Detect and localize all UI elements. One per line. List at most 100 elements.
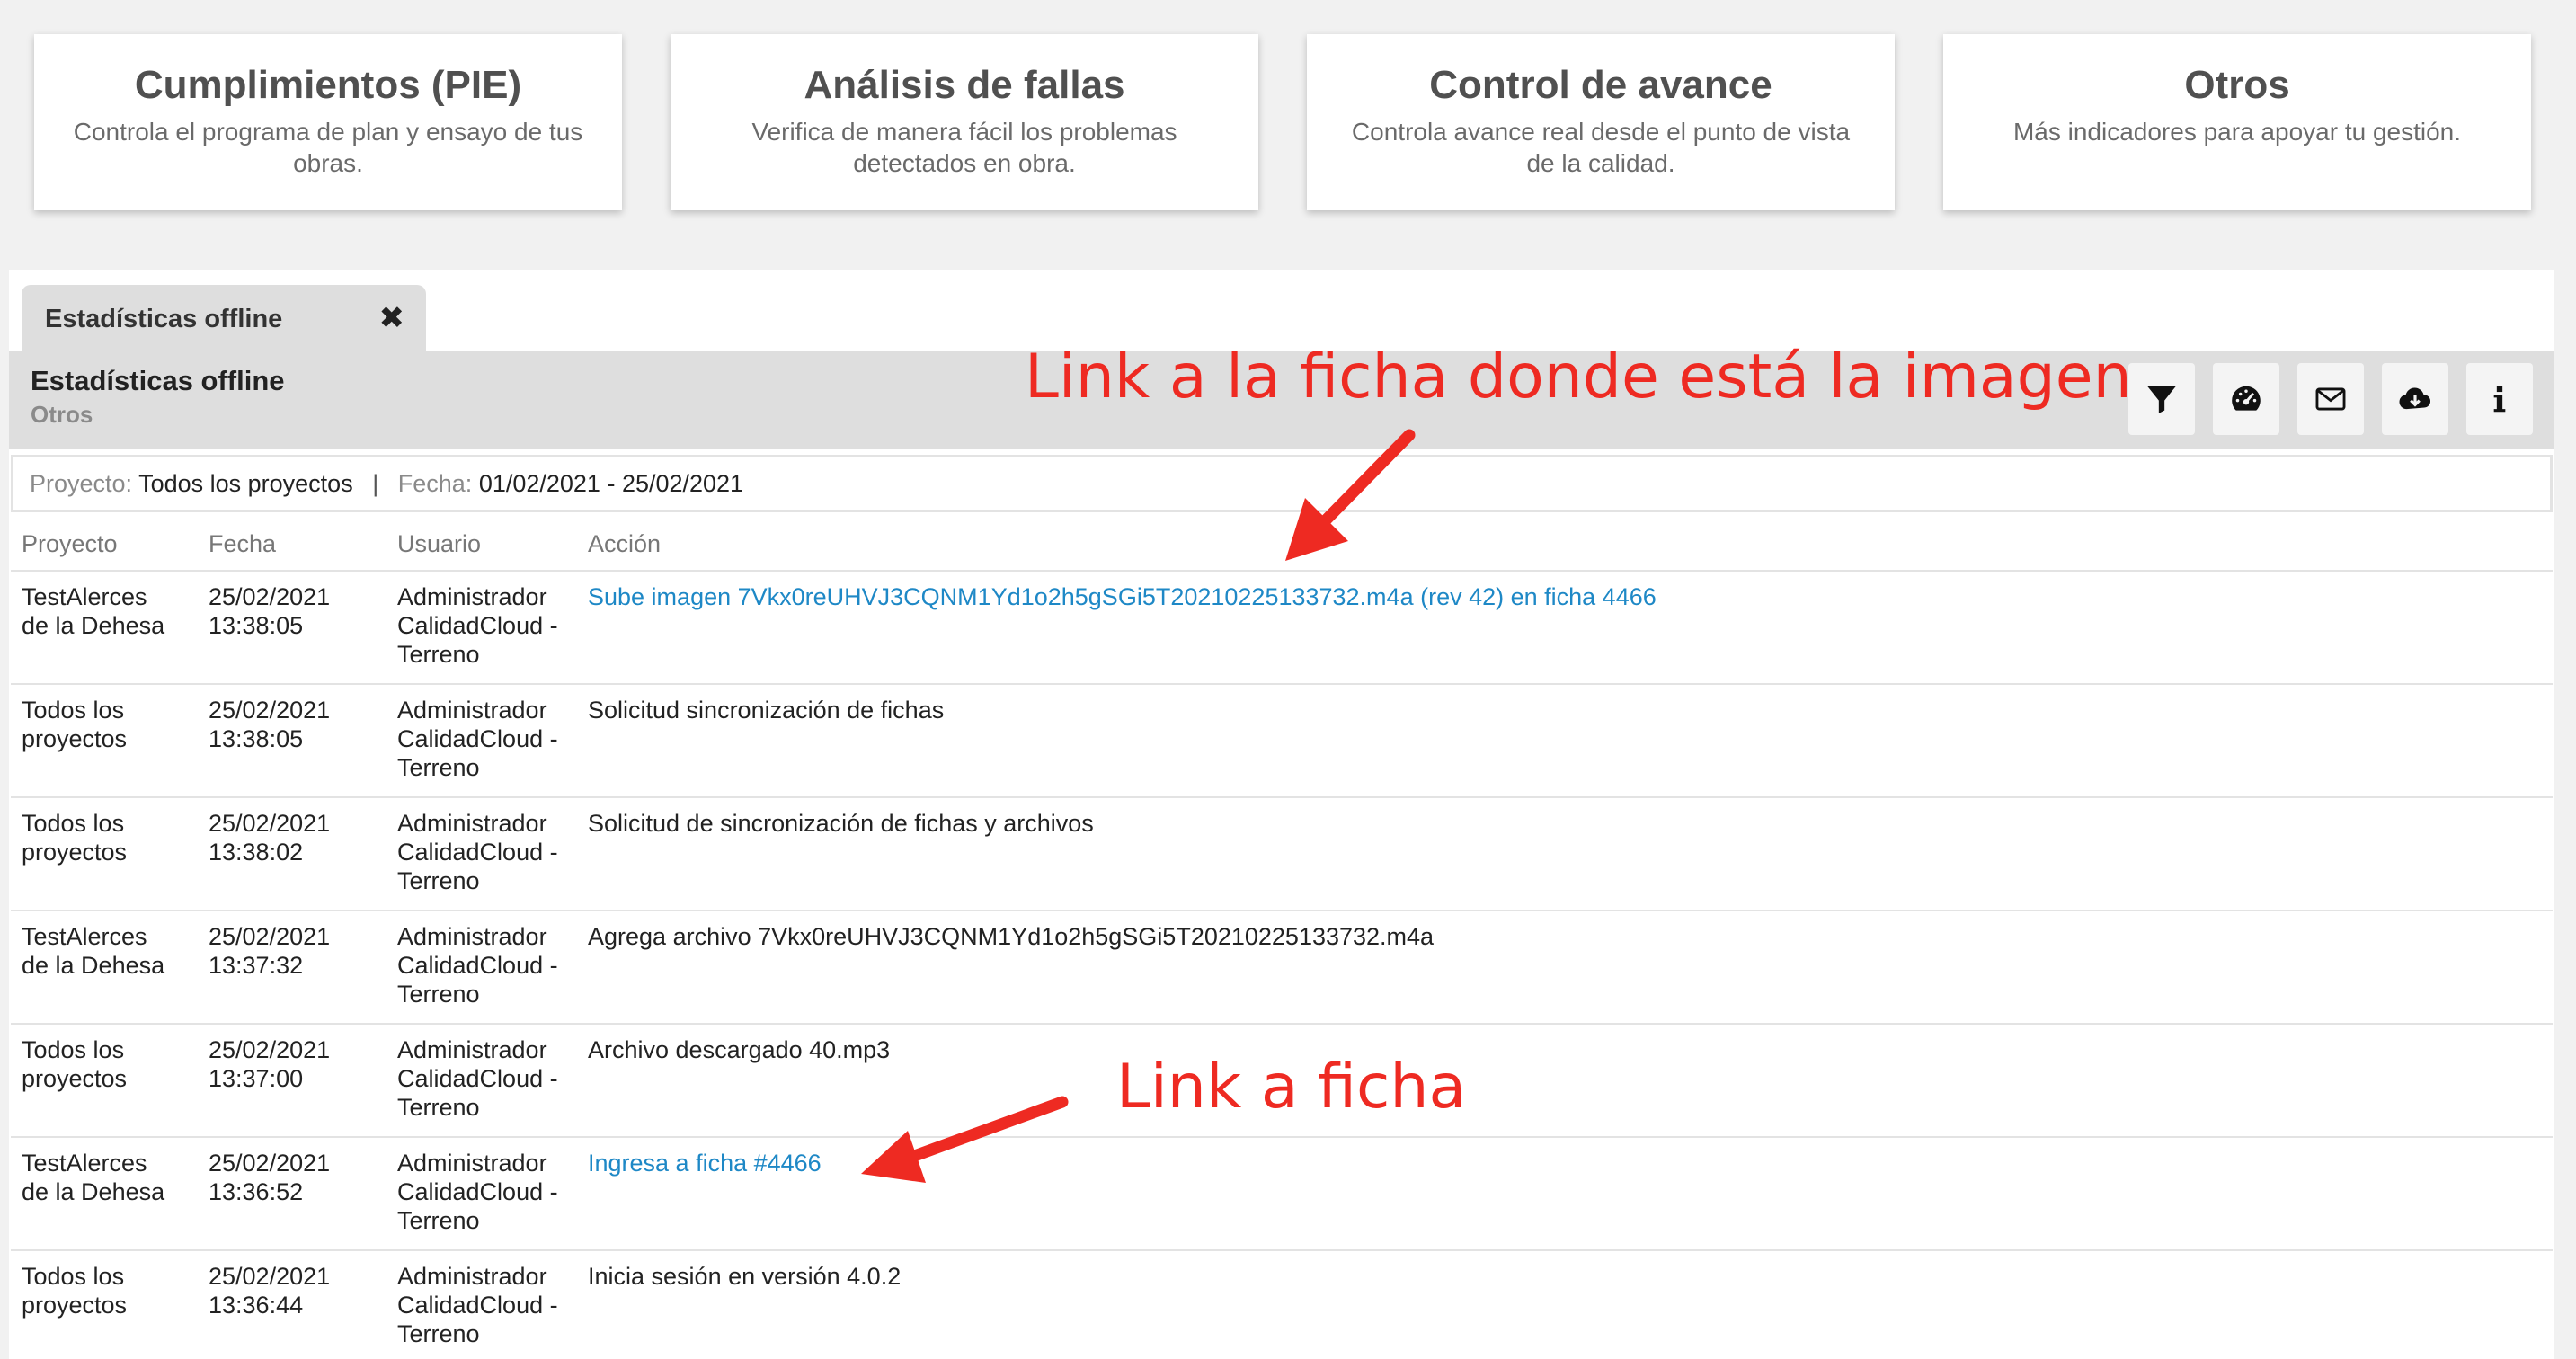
cell-line: 13:36:44 [209,1292,304,1319]
cell-accion: Archivo descargado 40.mp3 [588,1036,891,1063]
cell-line: proyectos [22,1065,128,1092]
card-title: Otros [2184,63,2290,107]
cell-line: CalidadCloud - [397,952,558,979]
cell-line: 25/02/2021 [209,1036,331,1063]
cell-line: CalidadCloud - [397,612,558,639]
email-button[interactable] [2297,363,2364,435]
cell-line: de la Dehesa [22,952,165,979]
cloud-download-icon [2399,387,2431,410]
cell-fecha: 25/02/2021 13:38:05 [209,582,388,640]
project-filter-value: Todos los proyectos [138,470,353,497]
cell-line: Terreno [397,867,480,894]
tab-estadisticas-offline[interactable]: Estadísticas offline ✖ [22,285,426,351]
cell-line: 13:38:05 [209,612,304,639]
card-title: Control de avance [1429,63,1772,107]
cell-line: de la Dehesa [22,1178,165,1205]
cell-line: 25/02/2021 [209,697,331,724]
cell-line: Terreno [397,1207,480,1234]
activity-table: Proyecto Fecha Usuario Acción TestAlerce… [11,518,2553,1359]
cell-line: 25/02/2021 [209,810,331,837]
cell-line: 25/02/2021 [209,1150,331,1177]
card-description: Verifica de manera fácil los problemas d… [751,117,1177,177]
filter-button[interactable] [2128,363,2195,435]
indicator-cards: Cumplimientos (PIE) Controla el programa… [0,0,2576,234]
cell-line: 25/02/2021 [209,583,331,610]
cell-line: 13:38:05 [209,725,304,752]
column-header-accion[interactable]: Acción [588,530,2475,558]
card-description: Controla el programa de plan y ensayo de… [73,117,583,177]
close-icon[interactable]: ✖ [379,300,405,336]
column-header-proyecto[interactable]: Proyecto [22,530,201,558]
cell-usuario: Administrador CalidadCloud - Terreno [397,1262,586,1348]
date-filter-value: 01/02/2021 - 25/02/2021 [478,470,744,497]
cell-usuario: Administrador CalidadCloud - Terreno [397,582,586,669]
cell-fecha: 25/02/2021 13:38:02 [209,809,388,866]
cell-usuario: Administrador CalidadCloud - Terreno [397,922,586,1008]
page-subtitle: Otros [31,401,93,428]
dashboard-gauge-icon [2232,386,2261,411]
table-row: TestAlerces de la Dehesa 25/02/2021 13:37:… [11,911,2553,1025]
cell-line: Administrador [397,1150,547,1177]
cell-proyecto: Todos los proyectos [22,1262,201,1319]
cell-line: proyectos [22,725,128,752]
cell-line: CalidadCloud - [397,1178,558,1205]
column-header-usuario[interactable]: Usuario [397,530,586,558]
cell-line: Todos los [22,810,125,837]
cell-line: Administrador [397,583,547,610]
action-link-ficha[interactable]: Ingresa a ficha #4466 [588,1149,2475,1177]
cell-line: Administrador [397,1036,547,1063]
table-row: TestAlerces de la Dehesa 25/02/2021 13:36:… [11,1138,2553,1251]
stats-panel: Estadísticas offline ✖ Estadísticas offl… [9,270,2554,1359]
cell-line: Todos los [22,1263,125,1290]
cell-line: Todos los [22,1036,125,1063]
card-cumplimientos[interactable]: Cumplimientos (PIE) Controla el programa… [34,34,622,210]
cell-line: proyectos [22,839,128,866]
cell-line: CalidadCloud - [397,725,558,752]
cell-line: 13:36:52 [209,1178,304,1205]
cell-line: Administrador [397,810,547,837]
cell-proyecto: TestAlerces de la Dehesa [22,922,201,980]
toolbar [2128,363,2533,435]
cell-line: proyectos [22,1292,128,1319]
cell-line: Terreno [397,981,480,1008]
card-title: Cumplimientos (PIE) [134,63,522,107]
cell-proyecto: TestAlerces de la Dehesa [22,582,201,640]
card-description: Controla avance real desde el punto de v… [1351,117,1851,177]
cell-usuario: Administrador CalidadCloud - Terreno [397,1149,586,1235]
filter-icon [2147,386,2176,413]
project-filter-label: Proyecto: [30,470,133,497]
action-link-ficha-image[interactable]: Sube imagen 7Vkx0reUHVJ3CQNM1Yd1o2h5gSGi… [588,582,2475,611]
cell-line: TestAlerces [22,583,147,610]
cell-line: 13:38:02 [209,839,304,866]
date-filter-label: Fecha: [397,470,473,497]
card-analisis-fallas[interactable]: Análisis de fallas Verifica de manera fá… [671,34,1258,210]
cell-line: 13:37:00 [209,1065,304,1092]
cell-fecha: 25/02/2021 13:37:32 [209,922,388,980]
cell-line: TestAlerces [22,1150,147,1177]
table-row: Todos los proyectos 25/02/2021 13:38:05 Ad… [11,685,2553,798]
table-header: Proyecto Fecha Usuario Acción [11,518,2553,572]
info-button[interactable] [2466,363,2533,435]
cell-line: 13:37:32 [209,952,304,979]
page-title: Estadísticas offline [31,365,285,396]
info-icon [2493,386,2506,413]
cell-fecha: 25/02/2021 13:37:00 [209,1035,388,1093]
dashboard-button[interactable] [2213,363,2279,435]
cell-proyecto: Todos los proyectos [22,696,201,753]
card-title: Análisis de fallas [804,63,1125,107]
card-otros[interactable]: Otros Más indicadores para apoyar tu ges… [1943,34,2531,210]
cell-usuario: Administrador CalidadCloud - Terreno [397,696,586,782]
cell-fecha: 25/02/2021 13:38:05 [209,696,388,753]
table-row: TestAlerces de la Dehesa 25/02/2021 13:38:… [11,572,2553,685]
cell-usuario: Administrador CalidadCloud - Terreno [397,809,586,895]
cell-usuario: Administrador CalidadCloud - Terreno [397,1035,586,1122]
card-control-avance[interactable]: Control de avance Controla avance real d… [1307,34,1895,210]
cell-line: Terreno [397,1094,480,1121]
card-description: Más indicadores para apoyar tu gestión. [2012,117,2462,146]
cell-accion: Agrega archivo 7Vkx0reUHVJ3CQNM1Yd1o2h5g… [588,923,1435,950]
active-filters: Proyecto: Todos los proyectos | Fecha: 0… [11,455,2553,512]
cell-accion: Solicitud sincronización de fichas [588,697,945,724]
download-button[interactable] [2382,363,2448,435]
cell-proyecto: Todos los proyectos [22,1035,201,1093]
column-header-fecha[interactable]: Fecha [209,530,388,558]
